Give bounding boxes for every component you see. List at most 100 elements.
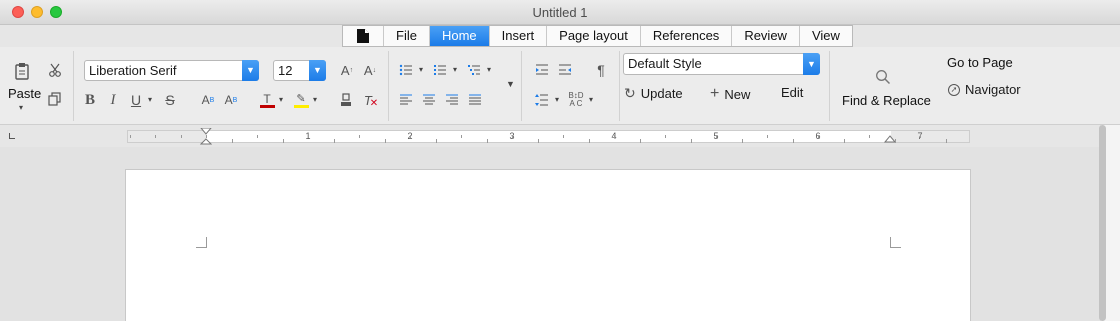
- paragraph-style-value: Default Style: [628, 56, 702, 71]
- ruler-tick: [563, 135, 564, 138]
- numbered-list-dropdown-icon[interactable]: ▾: [453, 65, 457, 74]
- tab-insert[interactable]: Insert: [490, 26, 548, 46]
- ruler-tick: [180, 135, 182, 138]
- navigator-label: Navigator: [965, 82, 1021, 97]
- outline-list-icon[interactable]: [466, 62, 482, 78]
- tab-view[interactable]: View: [800, 26, 852, 46]
- ruler-tick: [333, 139, 335, 143]
- update-style-button[interactable]: ↻ Update: [624, 85, 683, 102]
- tab-page-layout[interactable]: Page layout: [547, 26, 641, 46]
- home-ribbon: Paste ▾ Liberation Serif ▼ 12 ▼ A ↑ A ↓ B …: [0, 47, 1120, 125]
- superscript-icon[interactable]: AB: [222, 91, 240, 109]
- ruler-tick: [384, 139, 386, 143]
- separator: [388, 51, 389, 121]
- ruler-tick: [741, 139, 743, 143]
- new-style-label: New: [724, 86, 751, 102]
- subscript-icon[interactable]: AB: [199, 91, 217, 109]
- edit-style-button[interactable]: Edit: [781, 85, 803, 100]
- sort-dropdown-icon[interactable]: ▾: [589, 95, 593, 104]
- ruler-tick: [665, 135, 666, 138]
- find-replace-button[interactable]: Find & Replace: [842, 93, 931, 108]
- align-left-icon[interactable]: [398, 92, 414, 108]
- bullet-list-icon[interactable]: [398, 62, 414, 78]
- sort-icon[interactable]: B↕D A C: [567, 92, 585, 108]
- bold-icon[interactable]: B: [82, 91, 98, 109]
- numbered-list-icon[interactable]: [432, 62, 448, 78]
- separator: [619, 51, 620, 121]
- new-style-button[interactable]: + New: [710, 85, 750, 103]
- ruler-tick: [843, 139, 845, 143]
- separator: [521, 51, 522, 121]
- strikethrough-icon[interactable]: S: [162, 91, 178, 109]
- underline-icon[interactable]: U: [128, 91, 144, 109]
- ruler-tick: [716, 135, 717, 138]
- outline-list-dropdown-icon[interactable]: ▾: [487, 65, 491, 74]
- paragraph-style-select[interactable]: Default Style ▼: [623, 53, 820, 75]
- separator: [829, 51, 830, 121]
- line-spacing-icon[interactable]: [534, 92, 550, 108]
- align-right-icon[interactable]: [444, 92, 460, 108]
- menu-tab-bar: File Home Insert Page layout References …: [342, 25, 853, 47]
- more-paragraph-options-icon[interactable]: ▼: [506, 79, 515, 89]
- tab-file[interactable]: File: [384, 26, 430, 46]
- highlight-dropdown-icon[interactable]: ▾: [313, 95, 317, 104]
- ruler-tick: [818, 135, 819, 138]
- bullet-list-dropdown-icon[interactable]: ▾: [419, 65, 423, 74]
- ruler-tick: [410, 135, 411, 138]
- ruler-tick: [282, 139, 284, 143]
- line-spacing-dropdown-icon[interactable]: ▾: [555, 95, 559, 104]
- ruler-tick: [792, 139, 794, 143]
- increase-indent-icon[interactable]: [534, 62, 550, 78]
- grow-font-icon[interactable]: A ↑: [338, 61, 356, 79]
- tab-review[interactable]: Review: [732, 26, 800, 46]
- highlight-icon[interactable]: ✎: [292, 90, 310, 110]
- font-size-select[interactable]: 12 ▼: [273, 60, 326, 81]
- margin-corner-mark: [890, 237, 901, 248]
- ruler-right-margin: [891, 131, 969, 142]
- formatting-marks-icon[interactable]: ¶: [593, 61, 609, 79]
- ruler-tick: [588, 139, 590, 143]
- shrink-font-icon[interactable]: A ↓: [361, 61, 379, 79]
- ruler-tick: [308, 135, 309, 138]
- ruler-tick: [537, 139, 539, 143]
- app-logo-tab[interactable]: [343, 26, 384, 46]
- chevron-down-icon[interactable]: ▼: [803, 53, 820, 75]
- ruler-tick: [231, 139, 233, 143]
- tab-stop-type-icon[interactable]: [9, 133, 15, 139]
- clone-formatting-icon[interactable]: [338, 91, 354, 109]
- justify-icon[interactable]: [467, 92, 483, 108]
- decrease-indent-icon[interactable]: [557, 62, 573, 78]
- chevron-down-icon[interactable]: ▼: [242, 60, 259, 81]
- copy-icon[interactable]: [46, 90, 64, 108]
- ruler-tick: [129, 135, 131, 138]
- navigator-button[interactable]: ➚ Navigator: [948, 82, 1021, 97]
- ruler-tick: [206, 135, 207, 138]
- italic-icon[interactable]: I: [105, 91, 121, 109]
- align-center-icon[interactable]: [421, 92, 437, 108]
- tab-references[interactable]: References: [641, 26, 733, 46]
- horizontal-ruler[interactable]: 1 2 3 4 5 6 7: [127, 128, 970, 145]
- scrollbar-thumb[interactable]: [1099, 125, 1106, 321]
- ruler-tick: [920, 135, 921, 138]
- document-page[interactable]: [125, 169, 971, 321]
- ruler-tick: [359, 135, 360, 138]
- clear-formatting-icon[interactable]: T ✕: [362, 91, 380, 109]
- search-icon[interactable]: [873, 67, 893, 87]
- chevron-down-icon[interactable]: ▼: [309, 60, 326, 81]
- title-bar: Untitled 1: [0, 0, 1120, 25]
- go-to-page-button[interactable]: Go to Page: [947, 55, 1013, 70]
- font-color-dropdown-icon[interactable]: ▾: [279, 95, 283, 104]
- font-color-icon[interactable]: T: [258, 90, 276, 110]
- ruler-tick: [461, 135, 462, 138]
- ruler-tick: [869, 135, 870, 138]
- margin-corner-mark: [196, 237, 207, 248]
- underline-dropdown-icon[interactable]: ▾: [148, 95, 152, 104]
- ruler-tick: [435, 139, 437, 143]
- ruler-tick: [945, 139, 947, 143]
- paste-button[interactable]: Paste: [8, 86, 41, 101]
- cut-icon[interactable]: [46, 61, 64, 79]
- paste-dropdown-icon[interactable]: ▾: [19, 103, 23, 112]
- tab-home[interactable]: Home: [429, 26, 490, 46]
- paste-icon[interactable]: [12, 61, 32, 81]
- font-name-select[interactable]: Liberation Serif ▼: [84, 60, 259, 81]
